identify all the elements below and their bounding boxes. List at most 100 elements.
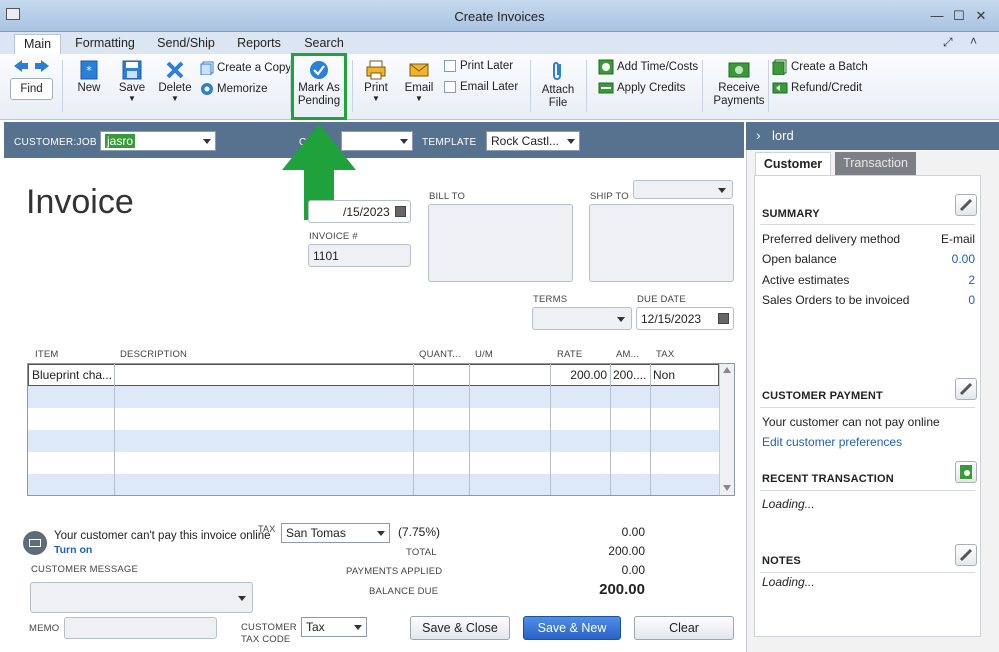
- edit-customer-preferences-link[interactable]: Edit customer preferences: [762, 435, 902, 449]
- previous-arrow-icon[interactable]: [14, 59, 28, 73]
- customer-job-select[interactable]: jasro: [100, 131, 216, 151]
- memorize-button[interactable]: Memorize: [200, 81, 267, 97]
- online-payment-icon: [23, 531, 47, 555]
- table-scrollbar[interactable]: [719, 364, 734, 495]
- tab-main[interactable]: Main: [14, 34, 61, 54]
- calendar-icon[interactable]: [718, 313, 729, 324]
- apply-credits-button[interactable]: Apply Credits: [598, 80, 685, 96]
- tab-reports[interactable]: Reports: [230, 34, 288, 54]
- memorize-icon: [201, 82, 213, 95]
- template-select[interactable]: Rock Castl...: [486, 131, 580, 151]
- edit-summary-button[interactable]: [955, 194, 977, 216]
- chevron-down-icon: [354, 625, 362, 630]
- tax-select[interactable]: San Tomas: [281, 523, 390, 543]
- cell-tax[interactable]: Non: [653, 368, 675, 382]
- next-arrow-icon[interactable]: [35, 59, 49, 73]
- edit-notes-button[interactable]: [955, 544, 977, 566]
- tab-search[interactable]: Search: [298, 34, 350, 54]
- save-close-button[interactable]: Save & Close: [410, 616, 510, 640]
- delete-button[interactable]: Delete ▼: [156, 60, 194, 103]
- summary-value-2[interactable]: 2: [900, 273, 975, 287]
- add-time-costs-label: Add Time/Costs: [617, 61, 699, 74]
- create-copy-button[interactable]: Create a Copy: [200, 60, 291, 76]
- tax-amount: 0.00: [621, 525, 645, 539]
- new-button[interactable]: * New: [72, 60, 106, 95]
- summary-label-0: Preferred delivery method: [762, 232, 901, 246]
- scroll-up-icon[interactable]: [723, 367, 731, 373]
- clear-button[interactable]: Clear: [634, 616, 734, 640]
- table-row[interactable]: [28, 430, 719, 452]
- table-row[interactable]: [28, 386, 719, 408]
- summary-value-1[interactable]: 0.00: [900, 252, 975, 266]
- receive-payments-button[interactable]: Receive Payments: [712, 60, 766, 108]
- create-batch-button[interactable]: Create a Batch: [772, 59, 868, 75]
- terms-select[interactable]: [532, 307, 632, 330]
- delete-label: Delete: [158, 82, 192, 94]
- expand-icon[interactable]: ⤢: [943, 35, 953, 50]
- print-later-check[interactable]: [444, 59, 456, 72]
- email-later-check[interactable]: [444, 80, 456, 93]
- attach-file-button[interactable]: Attach File: [538, 60, 578, 110]
- delete-x-icon: [166, 61, 184, 79]
- ship-to-select[interactable]: [633, 180, 733, 199]
- tax-label: TAX: [258, 524, 276, 534]
- summary-value-3[interactable]: 0: [900, 293, 975, 307]
- email-button[interactable]: Email ▼: [402, 60, 436, 103]
- notes-loading: Loading...: [762, 575, 815, 589]
- print-button[interactable]: Print ▼: [360, 60, 392, 103]
- table-row[interactable]: [28, 474, 719, 495]
- customer-job-label: CUSTOMER:JOB: [14, 137, 97, 148]
- scroll-down-icon[interactable]: [723, 485, 731, 491]
- attach-label: Attach: [541, 84, 575, 96]
- minimize-icon[interactable]: —: [929, 8, 945, 24]
- invoice-no-value: 1101: [313, 249, 339, 263]
- cell-item[interactable]: Blueprint cha...: [32, 368, 112, 382]
- chevron-right-icon[interactable]: ›: [756, 127, 761, 143]
- refund-credit-icon: [772, 82, 788, 94]
- pencil-icon: [959, 198, 973, 212]
- bill-to-field[interactable]: [428, 204, 573, 282]
- date-field[interactable]: /15/2023: [308, 200, 411, 223]
- panel-header: › lord: [746, 122, 999, 150]
- print-later-label: Print Later: [460, 60, 514, 72]
- customer-tax-code-select[interactable]: Tax: [301, 617, 367, 637]
- tab-send-ship[interactable]: Send/Ship: [152, 34, 220, 54]
- table-row[interactable]: Blueprint cha... 200.00 200.... Non: [28, 364, 719, 386]
- ribbon-tabs: Main Formatting Send/Ship Reports Search…: [0, 32, 999, 54]
- invoice-no-field[interactable]: 1101: [308, 244, 411, 267]
- due-date-field[interactable]: 12/15/2023: [636, 307, 734, 330]
- save-button[interactable]: Save ▼: [114, 60, 150, 103]
- close-icon[interactable]: ✕: [973, 8, 989, 24]
- panel-tab-customer[interactable]: Customer: [755, 152, 831, 176]
- table-row[interactable]: [28, 408, 719, 430]
- tab-formatting[interactable]: Formatting: [70, 34, 140, 54]
- summary-label-3: Sales Orders to be invoiced: [762, 293, 910, 307]
- calendar-icon[interactable]: [395, 206, 406, 217]
- cell-amount[interactable]: 200....: [613, 368, 646, 382]
- panel-tab-transaction[interactable]: Transaction: [835, 152, 916, 176]
- maximize-icon[interactable]: ☐: [951, 8, 967, 24]
- refund-credit-button[interactable]: Refund/Credit: [772, 80, 862, 96]
- customer-message-select[interactable]: [30, 582, 253, 613]
- cell-rate[interactable]: 200.00: [569, 368, 607, 382]
- title-bar: Create Invoices — ☐ ✕: [0, 0, 999, 32]
- edit-customer-payment-button[interactable]: [955, 378, 977, 400]
- online-pay-message: Your customer can't pay this invoice onl…: [54, 530, 271, 542]
- turn-on-link[interactable]: Turn on: [54, 544, 92, 556]
- collapse-icon[interactable]: ˄: [970, 34, 977, 48]
- add-time-costs-button[interactable]: Add Time/Costs: [598, 59, 698, 75]
- recent-transaction-loading: Loading...: [762, 497, 815, 511]
- print-later-checkbox[interactable]: Print Later: [444, 58, 513, 74]
- invoice-header-band: CUSTOMER:JOB jasro CL TEMPLATE Rock Cast…: [4, 122, 744, 158]
- apply-credits-label: Apply Credits: [617, 82, 686, 95]
- ship-to-field[interactable]: [589, 204, 734, 282]
- email-later-checkbox[interactable]: Email Later: [444, 79, 518, 95]
- printer-icon: [366, 60, 386, 80]
- new-label: New: [77, 82, 101, 94]
- save-new-button[interactable]: Save & New: [523, 616, 621, 640]
- find-button[interactable]: Find: [10, 78, 53, 100]
- memo-field[interactable]: [64, 617, 217, 639]
- envelope-icon: [409, 63, 429, 77]
- table-row[interactable]: [28, 452, 719, 474]
- recent-transaction-report-button[interactable]: [955, 461, 977, 483]
